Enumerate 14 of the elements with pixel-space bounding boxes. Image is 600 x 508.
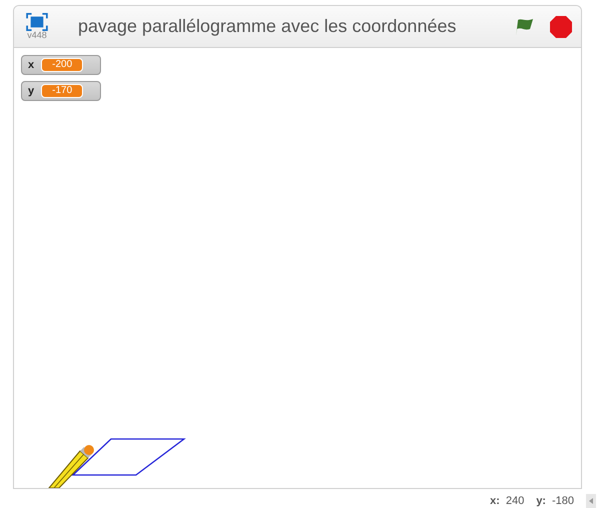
fullscreen-icon[interactable] [26,13,48,31]
project-title: pavage parallélogramme avec les coordonnées [78,16,458,37]
mouse-x-value: 240 [506,495,524,507]
pencil-icon [48,445,94,488]
stop-icon[interactable] [549,14,573,38]
mouse-x-label: x: [490,495,500,507]
variable-value: -200 [41,58,84,72]
version-label: v448 [27,31,47,40]
variable-value: -170 [41,84,84,98]
mouse-y-label: y: [536,495,546,507]
mouse-y-value: -180 [552,495,574,507]
variable-name: y [28,85,34,97]
variable-name: x [28,59,34,71]
collapse-icon[interactable] [586,494,596,508]
